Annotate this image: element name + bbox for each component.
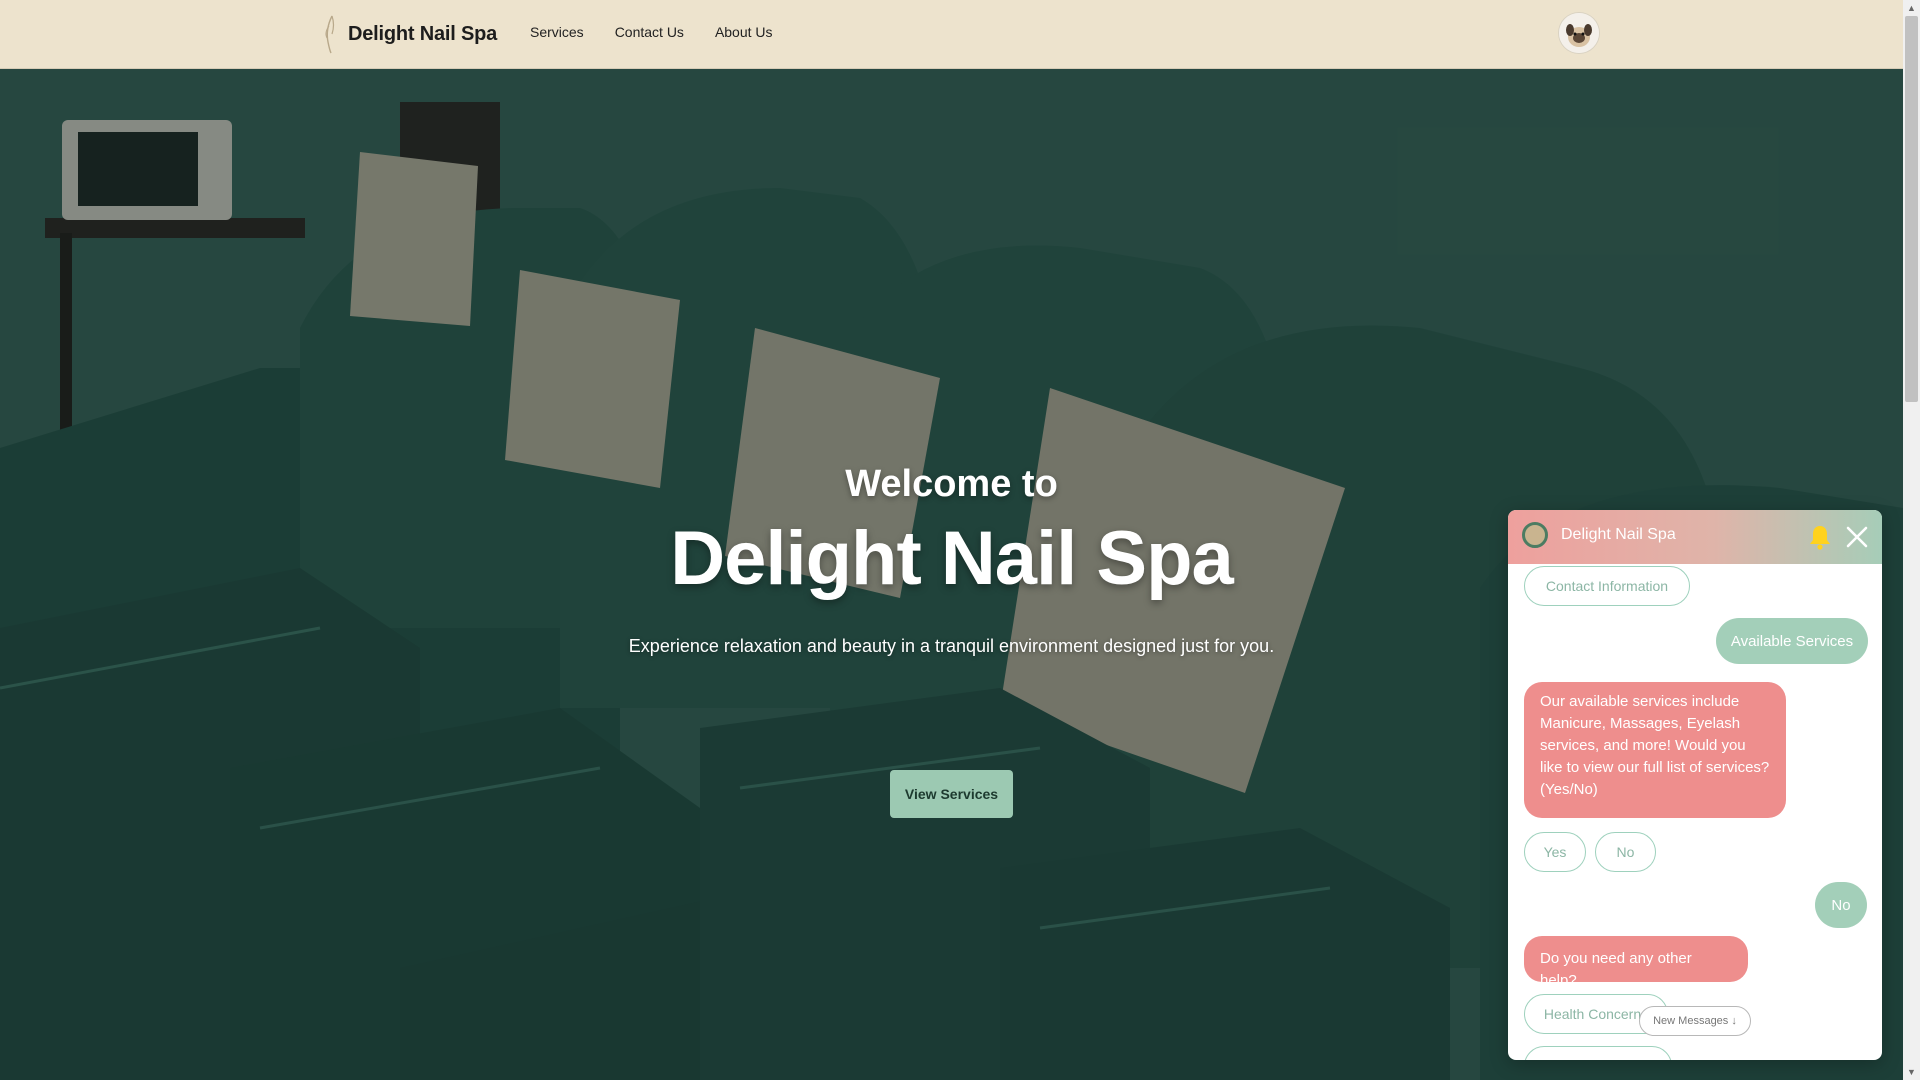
scroll-thumb[interactable] — [1905, 16, 1918, 402]
bell-icon[interactable] — [1806, 523, 1834, 551]
nav-links: Services Contact Us About Us — [530, 24, 773, 40]
bot-message: Our available services include Manicure,… — [1524, 682, 1786, 818]
dog-avatar-icon — [1559, 13, 1599, 53]
brand-name: Delight Nail Spa — [348, 22, 498, 45]
nav-about-us[interactable]: About Us — [715, 24, 773, 40]
nav-services[interactable]: Services — [530, 24, 584, 40]
hand-logo-icon — [325, 15, 335, 54]
chat-header: Delight Nail Spa — [1508, 510, 1882, 564]
profile-avatar[interactable] — [1559, 13, 1599, 53]
top-navbar: Delight Nail Spa Services Contact Us Abo… — [0, 0, 1903, 69]
user-message: Available Services — [1716, 618, 1868, 664]
close-icon[interactable] — [1844, 524, 1870, 550]
option-no[interactable]: No — [1595, 832, 1656, 872]
user-message: No — [1815, 882, 1867, 928]
view-services-button[interactable]: View Services — [890, 770, 1013, 818]
scroll-up-icon[interactable]: ▲ — [1903, 0, 1920, 16]
brand[interactable]: Delight Nail Spa — [322, 14, 497, 54]
hero-welcome: Welcome to — [845, 463, 1058, 505]
option-available-services[interactable]: Available Services — [1524, 1046, 1672, 1060]
option-contact-information[interactable]: Contact Information — [1524, 566, 1690, 606]
bot-message: Do you need any other help? — [1524, 936, 1748, 989]
new-messages-button[interactable]: New Messages ↓ — [1639, 1006, 1751, 1036]
chat-messages[interactable]: Contact Information Available Services O… — [1508, 564, 1882, 1060]
option-yes[interactable]: Yes — [1524, 832, 1586, 872]
chat-title: Delight Nail Spa — [1561, 526, 1676, 543]
nav-contact-us[interactable]: Contact Us — [615, 24, 684, 40]
page-scrollbar[interactable]: ▲ ▼ — [1903, 0, 1920, 1080]
scroll-down-icon[interactable]: ▼ — [1903, 1064, 1920, 1080]
chat-avatar — [1522, 522, 1548, 548]
chat-widget: Delight Nail Spa Contact Information Ava… — [1508, 510, 1882, 1060]
